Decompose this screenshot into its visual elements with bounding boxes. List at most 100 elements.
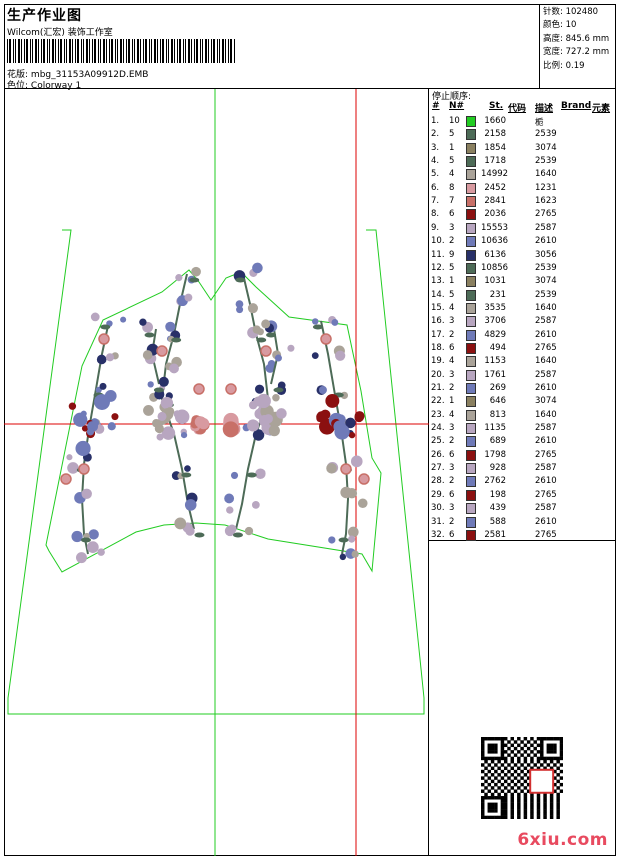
qr-module [523, 766, 528, 770]
qr-module [523, 737, 528, 741]
sequence-row: 22. 1 646 3074 [429, 395, 616, 408]
row-number: 29. [431, 489, 445, 500]
qr-module [490, 773, 495, 777]
blossom-dot [255, 468, 266, 479]
barcode-bar [26, 39, 28, 63]
color-swatch [466, 156, 476, 168]
stitch-count: 2762 [484, 476, 506, 487]
qr-module [559, 763, 563, 767]
blossom-dot [74, 494, 83, 503]
leaf [273, 387, 284, 393]
color-swatch [466, 396, 476, 408]
stat-row: 宽度: 727.2 mm [543, 46, 616, 59]
blossom-dot [331, 319, 339, 326]
stitch-count: 269 [489, 383, 506, 393]
needle-number: 8 [449, 182, 455, 193]
barcode-bar [15, 39, 16, 63]
qr-module [533, 746, 537, 751]
qr-module [481, 769, 485, 774]
row-number: 26. [431, 449, 445, 460]
qr-module [543, 799, 547, 803]
stat-value: 727.2 mm [565, 47, 610, 58]
needle-number: 2 [449, 329, 455, 340]
qr-module [533, 753, 537, 757]
qr-module [490, 759, 495, 764]
flower-petal [354, 411, 365, 422]
qr-module [497, 786, 501, 790]
qr-module [513, 776, 518, 780]
sequence-row: 23. 4 813 1640 [429, 409, 616, 422]
qr-module [549, 746, 554, 751]
color-swatch [466, 449, 476, 461]
qr-module [481, 743, 485, 748]
qr-module [559, 743, 563, 748]
blossom-dot [90, 312, 100, 322]
color-swatch [466, 489, 476, 501]
barcode-bar [168, 39, 169, 63]
flower-petal [157, 411, 167, 421]
col-n-header: N# [449, 101, 465, 111]
barcode-image [7, 39, 235, 63]
blossom-dot [175, 274, 183, 282]
qr-module [517, 750, 521, 754]
qr-module [513, 769, 518, 774]
barcode-bar [183, 39, 184, 63]
blossom-dot [184, 293, 193, 302]
blossom-dot [312, 318, 319, 325]
qr-module [549, 799, 554, 803]
leaf [189, 277, 200, 283]
color-swatch [466, 116, 476, 127]
qr-module [503, 809, 508, 813]
blossom-dot [339, 553, 347, 561]
flower-petal [333, 420, 347, 433]
row-number: 24. [431, 423, 445, 434]
row-number: 5. [431, 169, 440, 180]
barcode-bar [30, 39, 31, 63]
barcode-bar [126, 39, 127, 63]
thread-code: 2610 [535, 236, 557, 247]
thread-code: 2765 [535, 489, 557, 500]
needle-number: 3 [449, 423, 455, 434]
col-element-header: 元素 [592, 104, 611, 114]
row-number: 7. [431, 196, 440, 207]
barcode-bar [35, 39, 37, 63]
row-number: 4. [431, 156, 440, 167]
thread-code: 1640 [535, 356, 557, 367]
row-number: 8. [431, 209, 440, 220]
leaf [144, 332, 155, 338]
blossom-dot [335, 350, 346, 361]
qr-module [510, 796, 514, 800]
barcode-bar [103, 39, 105, 63]
pink-flower [340, 463, 352, 475]
qr-module [556, 809, 560, 813]
qr-module [507, 746, 511, 751]
color-swatch [466, 276, 476, 288]
qr-module [510, 766, 514, 770]
flower-petal [194, 416, 206, 428]
qr-module [500, 805, 505, 810]
blossom-dot [97, 548, 105, 556]
color-swatch [466, 249, 476, 261]
qr-module [536, 805, 541, 810]
qr-module [500, 740, 505, 744]
flower-petal [68, 402, 77, 410]
thread-code: 2765 [535, 209, 557, 220]
qr-module [517, 802, 521, 807]
qr-module [549, 737, 554, 741]
pink-flower [260, 345, 272, 357]
qr-module [497, 792, 501, 797]
barcode-bar [72, 39, 73, 63]
sequence-row: 5. 4 14992 1640 [429, 168, 616, 181]
stitch-count: 646 [489, 396, 506, 407]
sequence-row: 20. 3 1761 2587 [429, 369, 616, 382]
qr-module [503, 786, 508, 790]
qr-module [484, 815, 488, 819]
qr-module [510, 805, 514, 810]
stitch-count: 1854 [484, 142, 506, 153]
qr-module [497, 737, 501, 741]
needle-number: 1 [449, 142, 455, 153]
qr-module [490, 786, 495, 790]
leaf [232, 532, 243, 538]
leaf [194, 532, 205, 538]
needle-number: 2 [449, 516, 455, 527]
